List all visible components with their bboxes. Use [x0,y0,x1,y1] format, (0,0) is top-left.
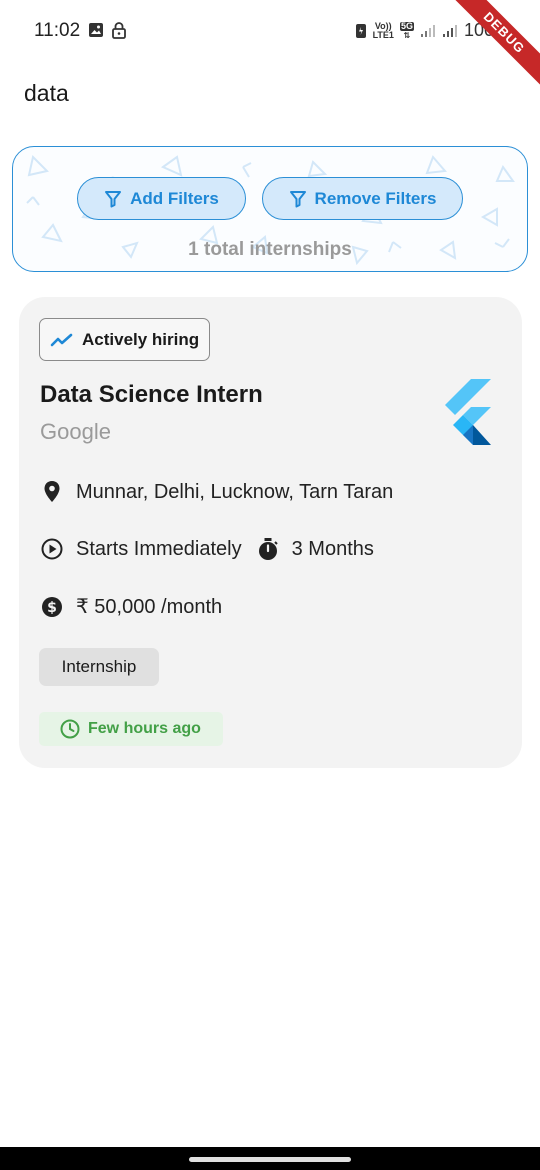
stipend-text: ₹ 50,000 /month [76,596,223,618]
play-circle-icon [40,537,64,561]
add-filters-button[interactable]: Add Filters [77,177,246,220]
system-nav-bar [0,1147,540,1170]
company-name: Google [40,419,111,444]
duration-group: 3 Months [256,537,374,561]
internship-card[interactable]: Actively hiring Data Science Intern Goog… [19,297,522,768]
location-pin-icon [40,480,64,504]
network-5g-indicator: 5G ⇅ [399,20,414,40]
timer-icon [256,537,280,561]
remove-filters-button[interactable]: Remove Filters [262,177,463,220]
network-5g-label: 5G [399,20,414,31]
page-title: data [24,80,69,106]
start-text: Starts Immediately [76,537,242,560]
stipend-row: $ ₹ 50,000 /month [40,594,222,619]
posted-time-label: Few hours ago [88,720,201,737]
internship-type-label: Internship [61,657,137,676]
flutter-logo-icon [445,379,491,445]
job-title: Data Science Intern [40,381,263,408]
filter-button-row: Add Filters Remove Filters [13,177,527,220]
data-saver-icon [355,23,366,38]
volte-bottom-label: LTE1 [372,29,394,40]
debug-banner: DEBUG [446,0,540,91]
home-gesture-handle[interactable] [189,1157,351,1162]
filter-icon [289,190,306,207]
status-bar: 11:02 Vo)) LTE1 5G ⇅ DEBUG [0,0,540,91]
internship-type-chip: Internship [39,648,159,686]
actively-hiring-badge: Actively hiring [39,318,210,361]
status-time: 11:02 [34,20,81,41]
signal-icon-2 [442,24,457,37]
svg-text:$: $ [47,600,57,616]
location-text: Munnar, Delhi, Lucknow, Tarn Taran [76,480,394,503]
dollar-circle-icon: $ [40,595,64,619]
actively-hiring-label: Actively hiring [82,329,200,349]
filter-icon [105,190,122,207]
start-duration-row: Starts Immediately 3 Months [40,537,374,561]
trending-up-icon [50,333,73,346]
add-filters-label: Add Filters [130,188,219,208]
lock-notification-icon [112,22,126,39]
clock-icon [60,719,80,739]
image-notification-icon [89,23,103,37]
filter-panel: Add Filters Remove Filters 1 total inter… [12,146,528,272]
volte-indicator: Vo)) LTE1 [372,21,394,40]
duration-text: 3 Months [291,537,374,560]
posted-time-chip: Few hours ago [39,712,223,746]
data-arrows-icon: ⇅ [403,30,411,40]
signal-icon-1 [420,24,435,37]
location-row: Munnar, Delhi, Lucknow, Tarn Taran [40,480,393,504]
remove-filters-label: Remove Filters [314,188,437,208]
total-internships-count: 1 total internships [188,239,352,260]
status-left-icons [88,22,126,39]
